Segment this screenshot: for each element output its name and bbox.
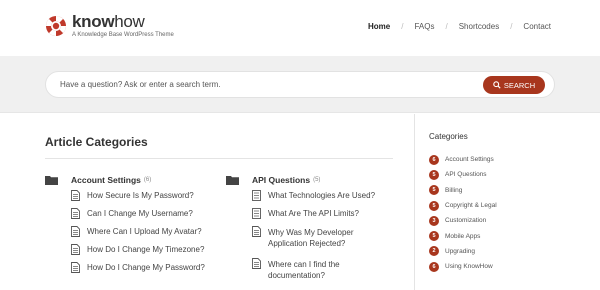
document-icon	[71, 226, 80, 237]
article-title: How Do I Change My Timezone?	[87, 245, 205, 254]
nav-shortcodes[interactable]: Shortcodes	[459, 22, 499, 31]
site-header: knowhow A Knowledge Base WordPress Theme…	[0, 0, 600, 56]
document-icon	[252, 258, 261, 269]
sidebar-item-upgrading[interactable]: 2 Upgrading	[429, 244, 497, 259]
sidebar-item-label: Copyright & Legal	[445, 202, 497, 210]
title-divider	[45, 158, 393, 159]
folder-icon	[45, 176, 58, 185]
sidebar-title: Categories	[429, 132, 468, 141]
article-title: How Secure Is My Password?	[87, 191, 194, 200]
article-link[interactable]: Can I Change My Username?	[71, 208, 205, 227]
document-list-icon	[252, 190, 261, 201]
count-badge: 5	[429, 200, 439, 211]
document-icon	[252, 226, 261, 237]
category-column-account-settings: Account Settings (6) How Secure Is My Pa…	[45, 173, 205, 281]
nav-home[interactable]: Home	[368, 22, 390, 31]
search-placeholder: Have a question? Ask or enter a search t…	[60, 80, 221, 89]
count-badge: 5	[429, 231, 439, 242]
nav-faqs[interactable]: FAQs	[414, 22, 434, 31]
sidebar-item-label: Account Settings	[445, 156, 494, 164]
article-link[interactable]: Why Was My Developer Application Rejected…	[252, 226, 375, 259]
category-column-api-questions: API Questions (5) What Technologies Are …	[226, 173, 375, 290]
document-list-icon	[252, 208, 261, 219]
category-count: (6)	[143, 177, 152, 183]
search-input[interactable]: Have a question? Ask or enter a search t…	[45, 71, 555, 98]
search-icon	[493, 81, 501, 89]
sidebar-item-copyright-legal[interactable]: 5 Copyright & Legal	[429, 198, 497, 213]
sidebar-item-mobile-apps[interactable]: 5 Mobile Apps	[429, 228, 497, 243]
sidebar-item-billing[interactable]: 5 Billing	[429, 183, 497, 198]
document-icon	[71, 208, 80, 219]
category-name: Account Settings	[71, 175, 141, 185]
nav-separator: /	[445, 22, 448, 31]
sidebar-item-account-settings[interactable]: 6 Account Settings	[429, 152, 497, 167]
article-link[interactable]: How Do I Change My Password?	[71, 262, 205, 281]
lifebuoy-logo-icon[interactable]	[45, 15, 67, 37]
sidebar-item-customization[interactable]: 3 Customization	[429, 213, 497, 228]
folder-icon	[226, 176, 239, 185]
article-title: What Technologies Are Used?	[268, 191, 376, 200]
count-badge: 6	[429, 261, 439, 272]
article-title: Why Was My Developer Application Rejected…	[268, 228, 354, 248]
brand-tagline: A Knowledge Base WordPress Theme	[72, 32, 174, 38]
nav-contact[interactable]: Contact	[523, 22, 551, 31]
document-icon	[71, 262, 80, 273]
article-link[interactable]: Where can I find the documentation?	[252, 258, 375, 290]
document-icon	[71, 244, 80, 255]
sidebar-item-label: Upgrading	[445, 247, 475, 255]
category-heading[interactable]: Account Settings (6)	[45, 173, 205, 187]
category-count: (5)	[313, 177, 321, 183]
article-link[interactable]: How Secure Is My Password?	[71, 190, 205, 209]
article-title: Where can I find the documentation?	[268, 260, 340, 280]
page-title: Article Categories	[45, 135, 148, 149]
main-nav: Home / FAQs / Shortcodes / Contact	[368, 22, 551, 31]
article-list: What Technologies Are Used? What Are The…	[226, 190, 376, 290]
sidebar-item-label: Using KnowHow	[445, 263, 493, 271]
article-link[interactable]: What Are The API Limits?	[252, 208, 375, 227]
count-badge: 2	[429, 246, 439, 257]
document-icon	[71, 190, 80, 201]
count-badge: 6	[429, 154, 439, 165]
sidebar-item-label: Mobile Apps	[445, 232, 481, 240]
sidebar-item-api-questions[interactable]: 5 API Questions	[429, 167, 497, 182]
article-link[interactable]: What Technologies Are Used?	[252, 190, 376, 209]
count-badge: 5	[429, 169, 439, 180]
article-link[interactable]: How Do I Change My Timezone?	[71, 244, 205, 263]
article-title: What Are The API Limits?	[268, 209, 360, 218]
search-button-label: SEARCH	[503, 80, 536, 90]
article-link[interactable]: Where Can I Upload My Avatar?	[71, 226, 205, 245]
article-title: Where Can I Upload My Avatar?	[87, 227, 202, 236]
sidebar-item-label: Billing	[445, 186, 463, 194]
count-badge: 5	[429, 185, 439, 196]
sidebar-item-label: Customization	[445, 217, 487, 225]
count-badge: 3	[429, 215, 439, 226]
category-heading[interactable]: API Questions (5)	[226, 173, 375, 187]
sidebar-item-using-knowhow[interactable]: 6 Using KnowHow	[429, 259, 497, 274]
sidebar-item-label: API Questions	[445, 171, 487, 179]
sidebar-divider	[414, 114, 415, 290]
brand-name: knowhow	[72, 12, 145, 31]
article-title: How Do I Change My Password?	[87, 263, 205, 272]
sidebar-category-list: 6 Account Settings 5 API Questions 5 Billin…	[429, 152, 497, 274]
nav-separator: /	[401, 22, 404, 31]
search-button[interactable]: SEARCH	[483, 76, 545, 94]
article-list: How Secure Is My Password? Can I Change …	[45, 190, 205, 281]
brand[interactable]: knowhow A Knowledge Base WordPress Theme	[72, 13, 174, 39]
article-title: Can I Change My Username?	[87, 209, 193, 218]
nav-separator: /	[510, 22, 513, 31]
category-name: API Questions	[252, 175, 311, 185]
search-band: Have a question? Ask or enter a search t…	[0, 56, 600, 113]
